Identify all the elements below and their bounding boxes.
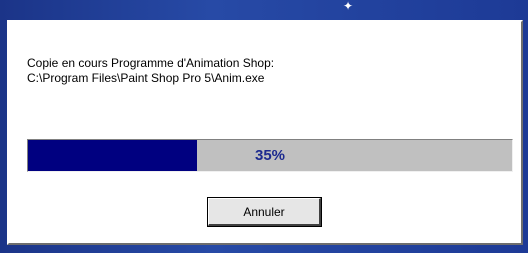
progress-bar: 35% [27, 139, 513, 172]
mouse-cursor-icon: ✦ [343, 0, 354, 13]
progress-percent-label: 35% [254, 147, 286, 164]
copy-message: Copie en cours Programme d'Animation Sho… [27, 56, 274, 86]
cancel-button[interactable]: Annuler [208, 198, 321, 226]
copy-progress-dialog: Copie en cours Programme d'Animation Sho… [7, 20, 523, 245]
copy-message-line-1: Copie en cours Programme d'Animation Sho… [27, 56, 275, 70]
copy-message-line-2: C:\Program Files\Paint Shop Pro 5\Anim.e… [27, 71, 265, 85]
